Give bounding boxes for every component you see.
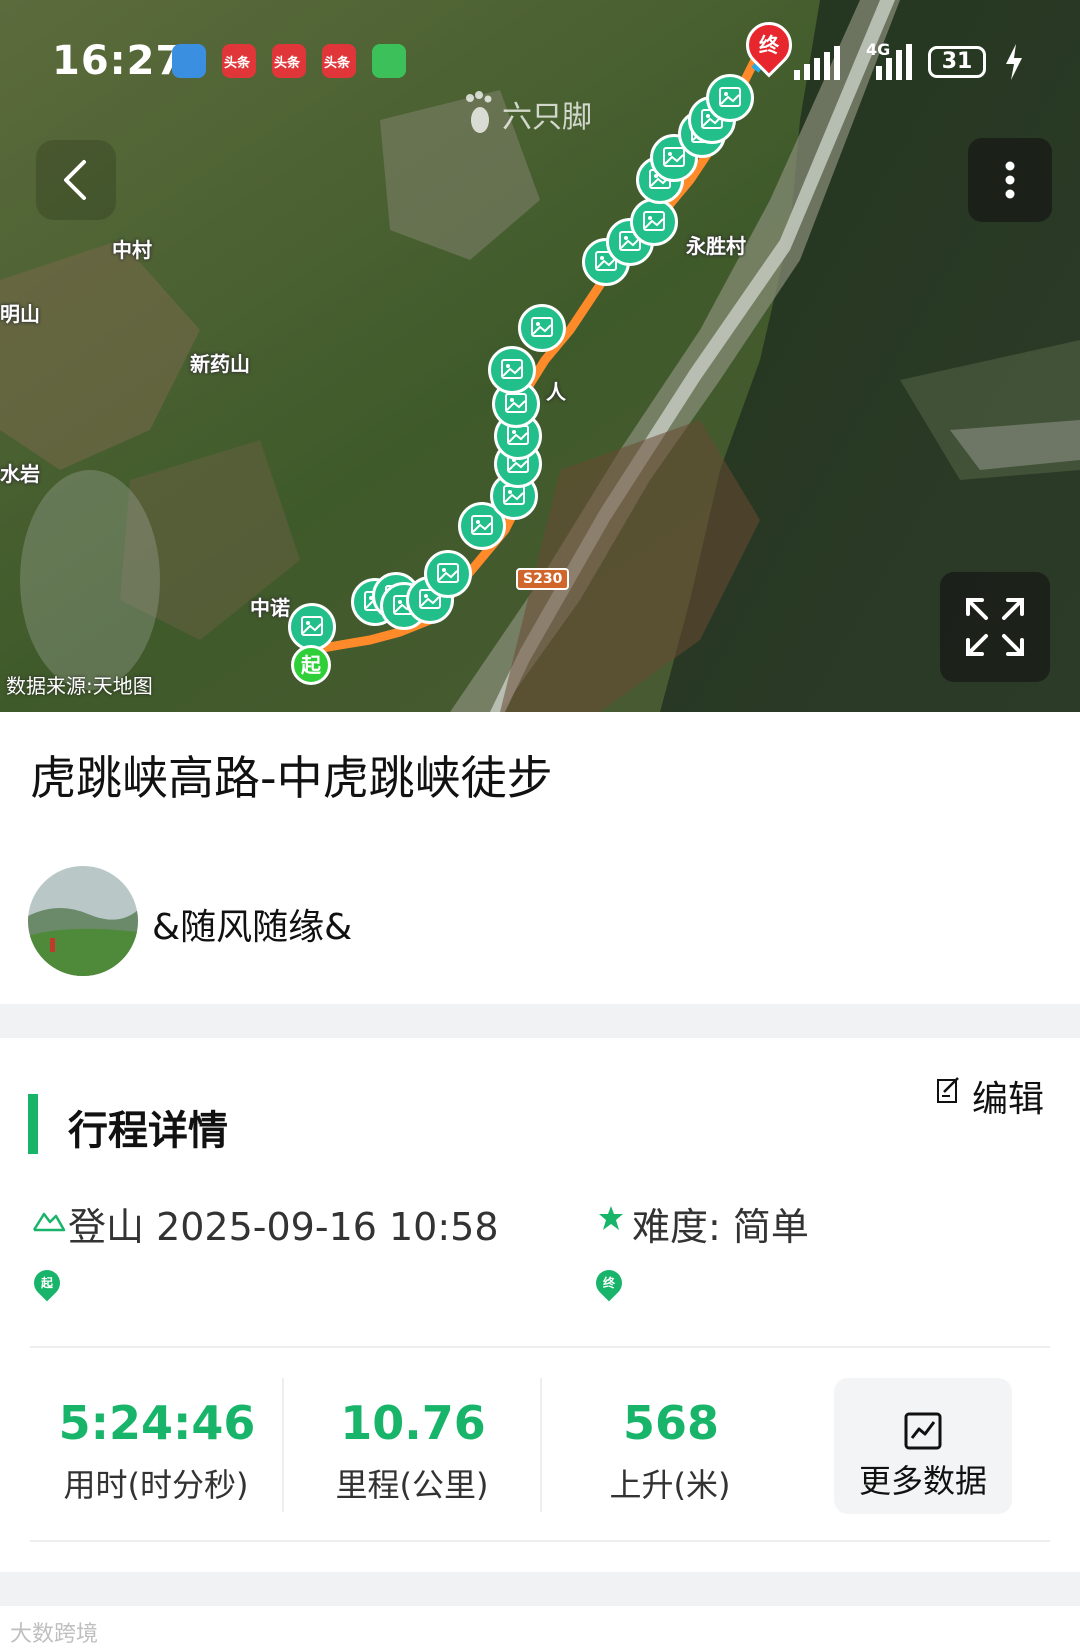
more-data-label: 更多数据 xyxy=(858,1462,987,1500)
section-divider xyxy=(0,1572,1080,1606)
image-icon xyxy=(437,563,459,583)
start-point-pin[interactable]: 起 xyxy=(28,1264,66,1302)
edit-icon[interactable] xyxy=(936,1076,962,1108)
status-bar: 16:27 头条 头条 头条 4G 31 xyxy=(0,0,1080,120)
stat-distance-value: 10.76 xyxy=(340,1396,486,1450)
signal-icon xyxy=(794,42,854,86)
section-accent-bar xyxy=(28,1094,38,1154)
edit-button[interactable]: 编辑 xyxy=(972,1070,1044,1122)
charging-icon xyxy=(1004,44,1024,84)
photo-marker[interactable] xyxy=(518,304,566,352)
map-label-xinyaoshan: 新药山 xyxy=(190,352,250,376)
stat-distance-label: 里程(公里) xyxy=(335,1466,489,1504)
back-button[interactable] xyxy=(36,140,116,220)
map-label-shuiyan: 水岩 xyxy=(0,462,40,486)
trip-title: 虎跳峡高路-中虎跳峡徒步 xyxy=(30,751,553,805)
map-app-icon xyxy=(372,44,406,78)
section-divider xyxy=(0,1004,1080,1038)
image-icon xyxy=(643,211,665,231)
map-label-ren: 人 xyxy=(546,380,566,404)
more-options-button[interactable] xyxy=(968,138,1052,222)
fullscreen-button[interactable] xyxy=(940,572,1050,682)
signal-4g-icon xyxy=(870,42,920,86)
route-map[interactable]: 起 终 中村 新药山 永胜村 中诺 明山 水岩 人 S230 数据来源:天地图 … xyxy=(0,0,1080,712)
mountain-icon xyxy=(32,1208,66,1236)
toutiao-label-2: 头条 xyxy=(274,56,301,71)
stat-ascent-value: 568 xyxy=(622,1396,720,1450)
section-title: 行程详情 xyxy=(68,1108,228,1154)
map-label-yongshengcun: 永胜村 xyxy=(686,234,746,258)
chevron-left-icon xyxy=(64,160,86,200)
row-divider xyxy=(30,1346,1050,1348)
map-label-zhongcun: 中村 xyxy=(112,238,152,262)
user-name[interactable]: &随风随缘& xyxy=(152,898,352,950)
image-icon xyxy=(301,616,323,636)
image-icon xyxy=(531,317,553,337)
photo-marker[interactable] xyxy=(630,198,678,246)
stat-duration-label: 用时(时分秒) xyxy=(63,1466,249,1504)
expand-icon xyxy=(966,598,1024,656)
image-icon xyxy=(501,359,523,379)
map-label-mingshan: 明山 xyxy=(0,302,40,326)
end-pin-label: 终 xyxy=(602,1276,615,1290)
map-label-zhongnuo: 中诺 xyxy=(250,596,290,620)
stat-ascent-label: 上升(米) xyxy=(609,1466,731,1504)
activity-type-date: 登山 2025-09-16 10:58 xyxy=(68,1205,499,1249)
more-data-button[interactable]: 更多数据 xyxy=(834,1378,1012,1514)
watermark: 大数跨境 xyxy=(10,1622,99,1647)
photo-marker[interactable] xyxy=(288,603,336,651)
chat-app-icon xyxy=(172,44,206,78)
avatar[interactable] xyxy=(28,866,138,976)
row-divider xyxy=(30,1540,1050,1542)
photo-marker[interactable] xyxy=(424,550,472,598)
battery-indicator: 31 xyxy=(928,46,986,78)
difficulty-label: 难度: 简单 xyxy=(632,1205,809,1249)
difficulty-icon xyxy=(596,1204,626,1238)
start-marker-label: 起 xyxy=(301,653,321,677)
toutiao-label-3: 头条 xyxy=(324,56,351,71)
more-vertical-icon xyxy=(1005,161,1015,199)
status-time: 16:27 xyxy=(52,38,185,84)
road-sign-s230: S230 xyxy=(516,568,570,590)
start-marker[interactable]: 起 xyxy=(291,645,331,685)
photo-marker[interactable] xyxy=(488,346,536,394)
stat-duration-value: 5:24:46 xyxy=(58,1396,256,1450)
chart-icon xyxy=(904,1412,942,1454)
start-pin-label: 起 xyxy=(40,1276,53,1290)
map-data-source: 数据来源:天地图 xyxy=(6,674,153,698)
toutiao-label-1: 头条 xyxy=(224,56,251,71)
end-point-pin[interactable]: 终 xyxy=(590,1264,628,1302)
